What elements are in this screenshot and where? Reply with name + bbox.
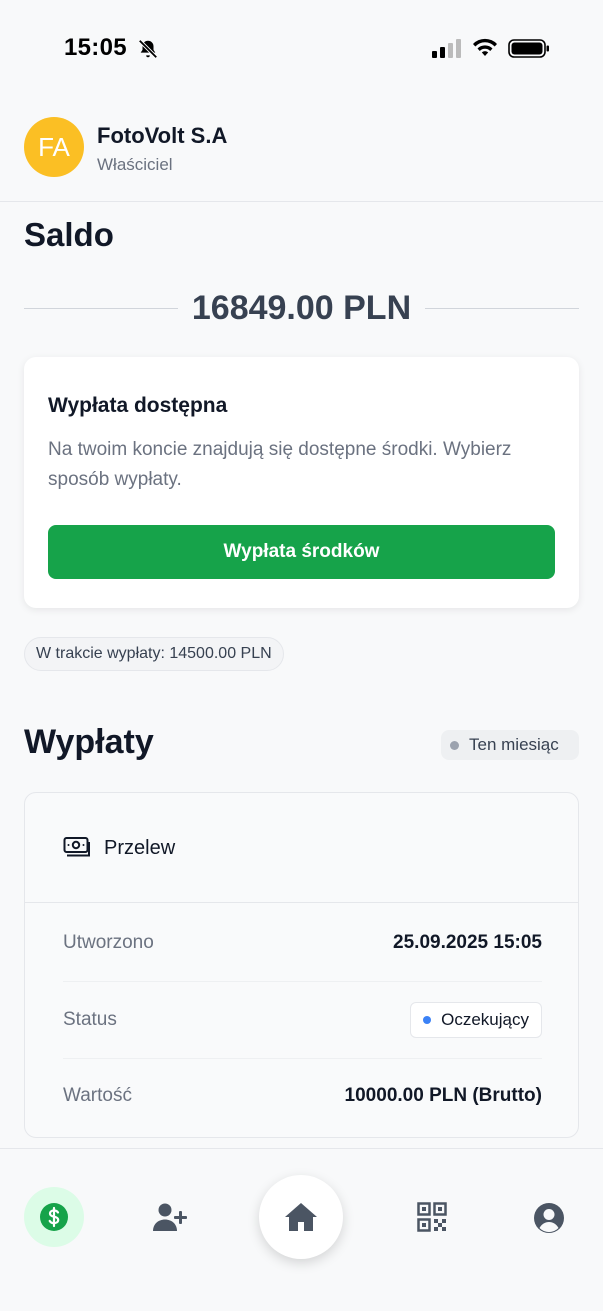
divider [24,307,178,309]
period-filter[interactable]: Ten miesiąc [441,730,579,760]
payout-item-header: Przelew [25,793,578,903]
nav-balance[interactable] [24,1187,84,1247]
period-filter-label: Ten miesiąc [469,735,559,754]
user-role: Właściciel [97,155,173,174]
status-value: Oczekujący [441,1010,529,1029]
status-row: Status Oczekujący [63,982,542,1059]
nav-profile[interactable] [527,1196,571,1240]
payout-item-card[interactable]: Przelew Utworzono 25.09.2025 15:05 Statu… [24,792,579,1138]
battery-icon [508,39,549,58]
status-badge: Oczekujący [410,1002,542,1038]
nav-home[interactable] [259,1175,343,1259]
balance-row: 16849.00 PLN [24,286,580,330]
dollar-icon [40,1203,68,1231]
status-dot [423,1016,432,1024]
amount-row: Wartość 10000.00 PLN (Brutto) [63,1059,542,1133]
created-label: Utworzono [63,931,154,953]
payout-card-title: Wypłata dostępna [48,394,228,417]
company-name: FotoVolt S.A [97,123,228,148]
bottom-nav [0,1148,603,1311]
bell-muted-icon [138,39,158,59]
payout-method: Przelew [104,837,176,859]
status-time: 15:05 [64,34,127,61]
nav-add-user[interactable] [148,1197,192,1237]
payout-card-description: Na twoim koncie znajdują się dostępne śr… [48,439,512,490]
created-row: Utworzono 25.09.2025 15:05 [63,904,542,982]
status-bar: 15:05 [0,0,603,96]
user-plus-icon [153,1203,187,1231]
withdraw-funds-button[interactable]: Wypłata środków [48,525,555,579]
amount-label: Wartość [63,1085,132,1106]
user-circle-icon [534,1203,564,1233]
nav-qr[interactable] [412,1197,452,1237]
balance-amount: 16849.00 PLN [191,288,412,327]
app-header: FA FotoVolt S.A Właściciel [0,96,603,202]
payout-available-card: Wypłata dostępna Na twoim koncie znajduj… [24,357,579,608]
signal-icon [432,39,461,58]
amount-value: 10000.00 PLN (Brutto) [344,1085,542,1106]
pending-payout-badge: W trakcie wypłaty: 14500.00 PLN [24,637,284,671]
status-label: Status [63,1009,117,1030]
qr-code-icon [417,1202,447,1232]
balance-title: Saldo [24,216,114,253]
avatar[interactable]: FA [24,117,84,177]
divider [425,307,580,309]
period-dot [450,740,459,750]
home-icon [285,1203,317,1231]
created-value: 25.09.2025 15:05 [393,931,542,953]
money-icon [63,837,90,857]
wifi-icon [473,38,497,56]
payouts-title: Wypłaty [24,723,154,761]
